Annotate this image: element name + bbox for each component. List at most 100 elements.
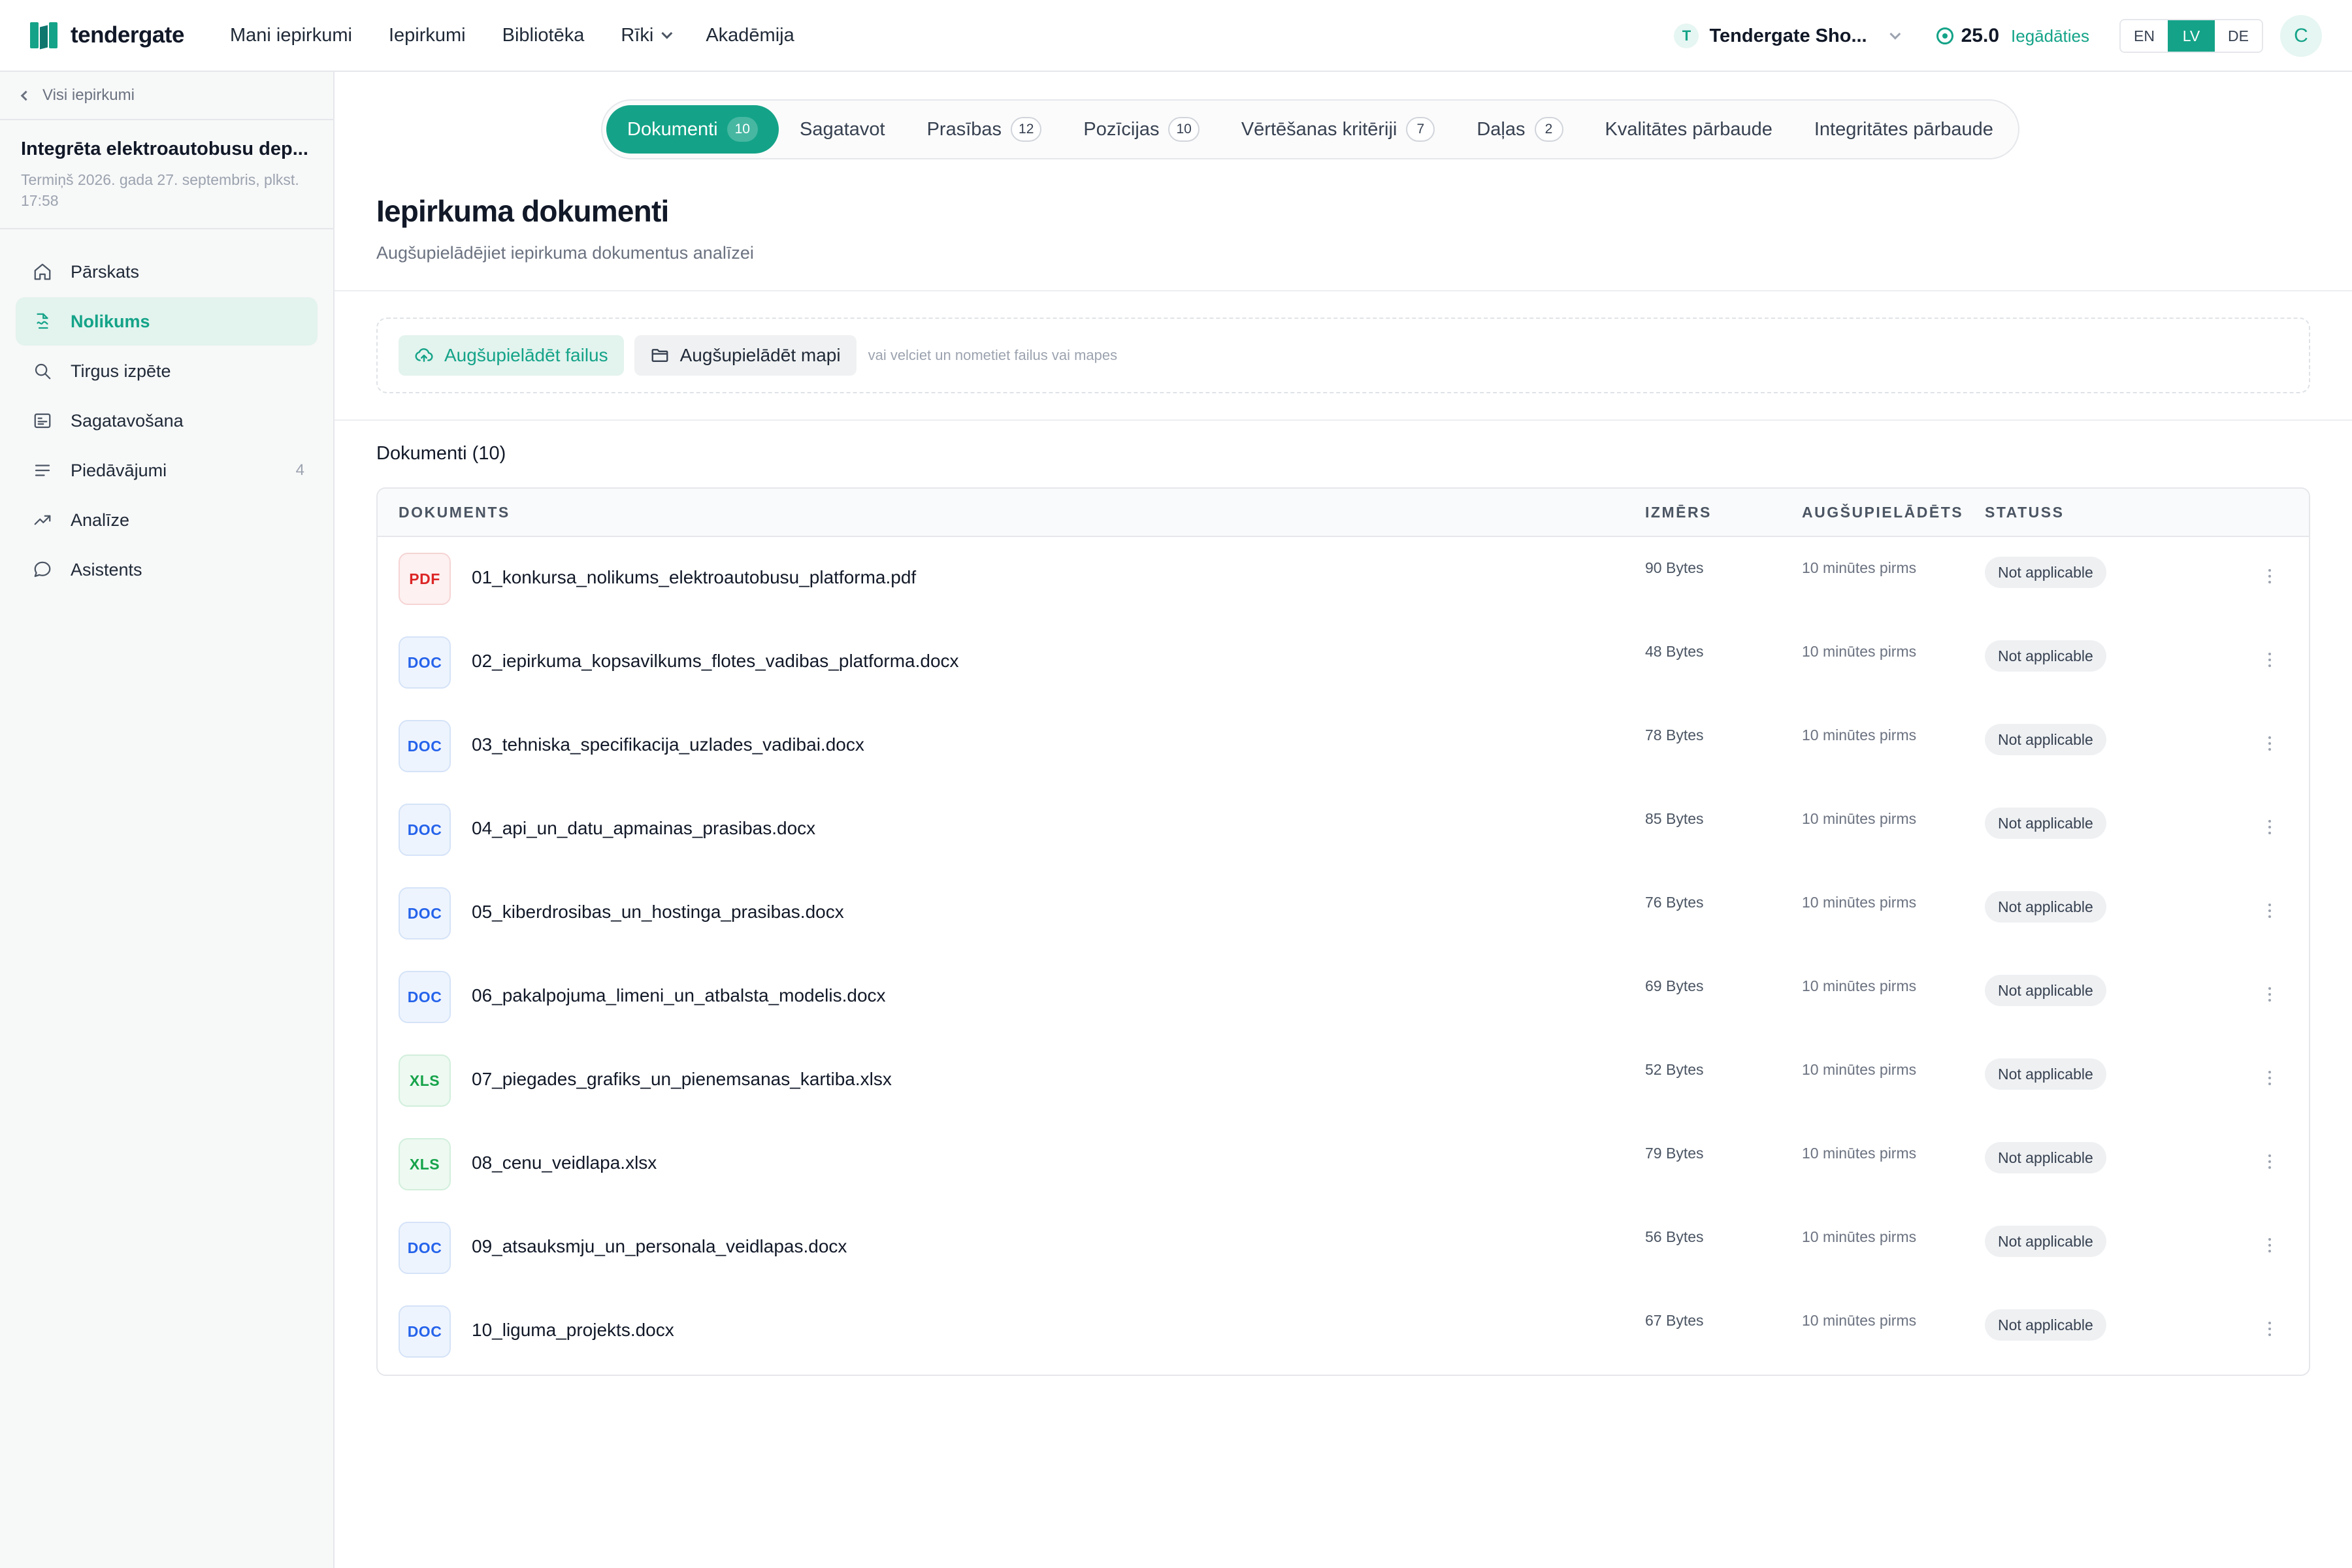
tab-prepare[interactable]: Sagatavot — [779, 105, 906, 154]
more-options-icon[interactable] — [2263, 730, 2276, 757]
upload-folder-button[interactable]: Augšupielādēt mapi — [634, 335, 857, 376]
table-row[interactable]: DOC 03_tehniska_specifikacija_uzlades_vad… — [378, 704, 2309, 788]
sidebar-item-market-research[interactable]: Tirgus izpēte — [16, 347, 318, 395]
nav-academy[interactable]: Akadēmija — [706, 25, 794, 46]
file-name[interactable]: 06_pakalpojuma_limeni_un_atbalsta_modeli… — [472, 985, 886, 1006]
nav-my-procurements[interactable]: Mani iepirkumi — [230, 25, 352, 46]
file-type-doc-icon: DOC — [399, 636, 451, 689]
file-size: 67 Bytes — [1645, 1312, 1704, 1329]
table-row[interactable]: DOC 06_pakalpojuma_limeni_un_atbalsta_mod… — [378, 955, 2309, 1039]
table-row[interactable]: DOC 05_kiberdrosibas_un_hostinga_prasibas… — [378, 872, 2309, 955]
tab-lots[interactable]: Daļas 2 — [1456, 105, 1584, 154]
upload-dropzone[interactable]: Augšupielādēt failus Augšupielādēt mapi … — [376, 318, 2310, 393]
file-signature-icon — [33, 312, 52, 331]
tab-evaluation-criteria[interactable]: Vērtēšanas kritēriji 7 — [1220, 105, 1456, 154]
nav-library[interactable]: Bibliotēka — [502, 25, 585, 46]
file-uploaded-time: 10 minūtes pirms — [1802, 810, 1917, 827]
page-title: Iepirkuma dokumenti — [376, 194, 669, 228]
more-options-icon[interactable] — [2263, 563, 2276, 589]
file-uploaded-time: 10 minūtes pirms — [1802, 1228, 1917, 1245]
table-row[interactable]: XLS 07_piegades_grafiks_un_pienemsanas_ka… — [378, 1039, 2309, 1122]
file-type-doc-icon: DOC — [399, 1305, 451, 1358]
file-type-xls-icon: XLS — [399, 1054, 451, 1107]
more-options-icon[interactable] — [2263, 1065, 2276, 1091]
buy-credits-link[interactable]: Iegādāties — [2011, 26, 2089, 46]
table-row[interactable]: DOC 04_api_un_datu_apmainas_prasibas.docx… — [378, 788, 2309, 872]
upload-files-button[interactable]: Augšupielādēt failus — [399, 335, 624, 376]
file-name[interactable]: 04_api_un_datu_apmainas_prasibas.docx — [472, 818, 815, 839]
tab-label: Vērtēšanas kritēriji — [1241, 118, 1397, 140]
file-name[interactable]: 07_piegades_grafiks_un_pienemsanas_karti… — [472, 1069, 892, 1090]
folder-icon — [650, 346, 670, 365]
brand-name: tendergate — [71, 22, 184, 48]
nav-procurements[interactable]: Iepirkumi — [389, 25, 466, 46]
table-row[interactable]: XLS 08_cenu_veidlapa.xlsx 79 Bytes 10 minūt… — [378, 1122, 2309, 1206]
file-name[interactable]: 08_cenu_veidlapa.xlsx — [472, 1152, 657, 1173]
more-options-icon[interactable] — [2263, 898, 2276, 924]
workspace-switcher[interactable]: T Tendergate Sho... — [1674, 24, 1901, 48]
table-row[interactable]: DOC 10_liguma_projekts.docx 67 Bytes 10 min… — [378, 1290, 2309, 1373]
nav-tools-dropdown[interactable]: Rīki — [621, 25, 673, 46]
sidebar-item-preparation[interactable]: Sagatavošana — [16, 397, 318, 445]
list-box-icon — [33, 411, 52, 431]
chevron-left-icon — [20, 90, 31, 101]
project-summary: Integrēta elektroautobusu dep... Termiņš… — [0, 120, 333, 229]
tab-requirements[interactable]: Prasības 12 — [906, 105, 1063, 154]
table-header: DOKUMENTS IZMĒRS AUGŠUPIELĀDĒTS STATUSS — [378, 489, 2309, 537]
file-name[interactable]: 10_liguma_projekts.docx — [472, 1320, 674, 1341]
tab-label: Daļas — [1477, 118, 1526, 140]
chat-bubble-icon — [33, 560, 52, 580]
sidebar-item-analysis[interactable]: Analīze — [16, 496, 318, 544]
tab-positions[interactable]: Pozīcijas 10 — [1062, 105, 1220, 154]
credit-balance: 25.0 — [1961, 25, 2000, 46]
file-name[interactable]: 01_konkursa_nolikums_elektroautobusu_pla… — [472, 567, 916, 588]
workspace-name: Tendergate Sho... — [1709, 25, 1867, 46]
table-row[interactable]: DOC 09_atsauksmju_un_personala_veidlapas.… — [378, 1206, 2309, 1290]
more-options-icon[interactable] — [2263, 1149, 2276, 1175]
file-type-doc-icon: DOC — [399, 971, 451, 1023]
file-name[interactable]: 09_atsauksmju_un_personala_veidlapas.doc… — [472, 1236, 847, 1257]
sidebar-item-label: Piedāvājumi — [71, 460, 167, 480]
sidebar-item-assistant[interactable]: Asistents — [16, 546, 318, 594]
lang-lv-button[interactable]: LV — [2168, 20, 2215, 52]
file-size: 76 Bytes — [1645, 894, 1704, 911]
file-type-doc-icon: DOC — [399, 804, 451, 856]
file-size: 85 Bytes — [1645, 810, 1704, 827]
workspace-avatar: T — [1674, 24, 1699, 48]
tab-label: Dokumenti — [627, 118, 718, 140]
sidebar-item-label: Analīze — [71, 510, 130, 530]
brand[interactable]: tendergate — [30, 22, 230, 50]
project-title: Integrēta elektroautobusu dep... — [21, 139, 308, 159]
page-subtitle: Augšupielādējiet iepirkuma dokumentus an… — [376, 243, 754, 263]
file-name[interactable]: 02_iepirkuma_kopsavilkums_flotes_vadibas… — [472, 651, 959, 672]
status-badge: Not applicable — [1985, 1309, 2106, 1341]
tab-count-badge: 10 — [1168, 117, 1200, 142]
file-uploaded-time: 10 minūtes pirms — [1802, 894, 1917, 911]
more-options-icon[interactable] — [2263, 1232, 2276, 1258]
back-to-all-procurements[interactable]: Visi iepirkumi — [0, 72, 333, 120]
file-name[interactable]: 03_tehniska_specifikacija_uzlades_vadiba… — [472, 734, 864, 755]
lang-de-button[interactable]: DE — [2215, 20, 2262, 52]
file-name[interactable]: 05_kiberdrosibas_un_hostinga_prasibas.do… — [472, 902, 844, 923]
user-avatar[interactable]: C — [2280, 15, 2322, 57]
tab-label: Prasības — [926, 118, 1002, 140]
tab-count-badge: 7 — [1406, 117, 1435, 142]
table-row[interactable]: PDF 01_konkursa_nolikums_elektroautobusu_… — [378, 537, 2309, 621]
sidebar-item-offers[interactable]: Piedāvājumi 4 — [16, 446, 318, 495]
more-options-icon[interactable] — [2263, 981, 2276, 1007]
table-row[interactable]: DOC 02_iepirkuma_kopsavilkums_flotes_vadi… — [378, 621, 2309, 704]
column-header-size: IZMĒRS — [1645, 503, 1712, 521]
sidebar-item-overview[interactable]: Pārskats — [16, 248, 318, 296]
more-options-icon[interactable] — [2263, 814, 2276, 840]
more-options-icon[interactable] — [2263, 647, 2276, 673]
tab-integrity-check[interactable]: Integritātes pārbaude — [1793, 105, 2014, 154]
tab-quality-check[interactable]: Kvalitātes pārbaude — [1584, 105, 1793, 154]
more-options-icon[interactable] — [2263, 1316, 2276, 1342]
offers-count: 4 — [295, 461, 304, 479]
tab-documents[interactable]: Dokumenti 10 — [606, 105, 779, 154]
lang-en-button[interactable]: EN — [2121, 20, 2168, 52]
divider — [335, 290, 2352, 291]
sidebar-item-nolikums[interactable]: Nolikums — [16, 297, 318, 346]
file-size: 78 Bytes — [1645, 727, 1704, 743]
home-icon — [33, 262, 52, 282]
